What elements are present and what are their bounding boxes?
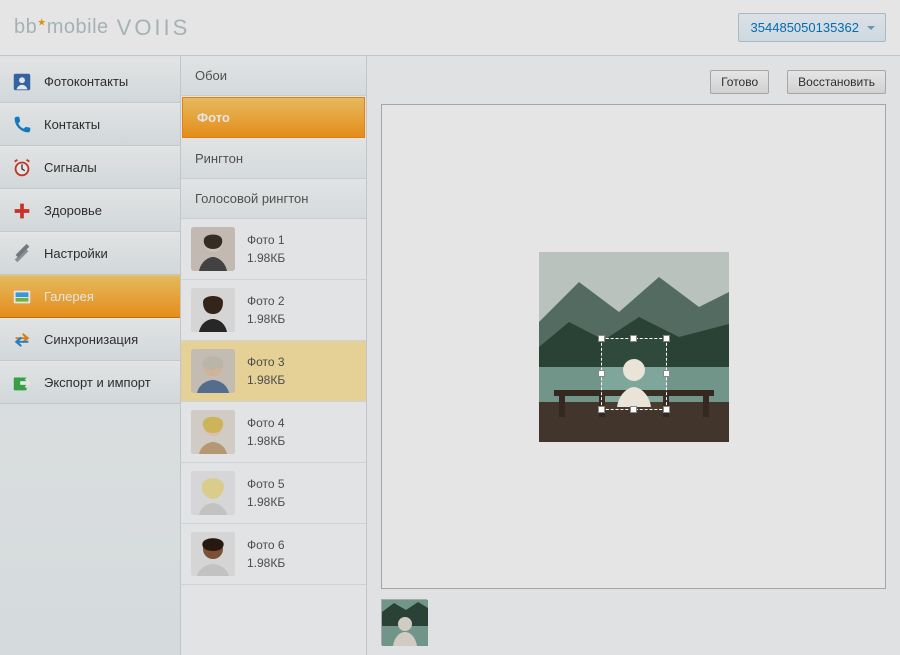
photo-name: Фото 1 — [247, 233, 285, 247]
photo-thumbnail — [191, 227, 235, 271]
done-button[interactable]: Готово — [710, 70, 769, 94]
sidebar-item-label: Настройки — [44, 246, 108, 261]
photo-meta: Фото 3 1.98КБ — [247, 355, 285, 387]
photo-size: 1.98КБ — [247, 312, 285, 326]
photo-list-item[interactable]: Фото 6 1.98КБ — [181, 524, 366, 585]
brand-text: bb★mobile — [14, 16, 109, 39]
crop-handle-se[interactable] — [663, 406, 670, 413]
crop-handle-w[interactable] — [598, 370, 605, 377]
photo-editor: Готово Восстановить — [367, 56, 900, 655]
photo-name: Фото 4 — [247, 416, 285, 430]
photo-thumbnail — [191, 471, 235, 515]
crop-handle-e[interactable] — [663, 370, 670, 377]
crop-handle-nw[interactable] — [598, 335, 605, 342]
sidebar: Фотоконтакты Контакты Сигналы Здоровье Н… — [0, 56, 181, 655]
export-icon — [10, 371, 34, 395]
sidebar-item-photocontacts[interactable]: Фотоконтакты — [0, 60, 180, 103]
sidebar-item-label: Синхронизация — [44, 332, 138, 347]
photo-list-item[interactable]: Фото 1 1.98КБ — [181, 219, 366, 280]
sidebar-item-contacts[interactable]: Контакты — [0, 103, 180, 146]
settings-icon — [10, 242, 34, 266]
editor-canvas[interactable] — [381, 104, 886, 589]
tab-voice-ringtone[interactable]: Голосовой рингтон — [181, 179, 366, 219]
photo-meta: Фото 6 1.98КБ — [247, 538, 285, 570]
sidebar-item-label: Контакты — [44, 117, 100, 132]
gallery-icon — [10, 285, 34, 309]
crop-preview-row — [381, 599, 886, 645]
photo-meta: Фото 4 1.98КБ — [247, 416, 285, 448]
health-icon — [10, 199, 34, 223]
sidebar-item-label: Сигналы — [44, 160, 97, 175]
sidebar-item-label: Экспорт и импорт — [44, 375, 151, 390]
gallery-panel: Обои Фото Рингтон Голосовой рингтон Фото… — [181, 56, 367, 655]
sidebar-item-export[interactable]: Экспорт и импорт — [0, 361, 180, 404]
gallery-tabs: Обои Фото Рингтон Голосовой рингтон — [181, 56, 366, 219]
star-icon: ★ — [37, 17, 46, 28]
photo-name: Фото 2 — [247, 294, 285, 308]
device-id: 354485050135362 — [751, 20, 859, 35]
editor-image — [539, 252, 729, 442]
sidebar-item-label: Фотоконтакты — [44, 74, 128, 89]
main-layout: Фотоконтакты Контакты Сигналы Здоровье Н… — [0, 56, 900, 655]
sidebar-item-label: Здоровье — [44, 203, 102, 218]
sidebar-item-label: Галерея — [44, 289, 94, 304]
sidebar-item-health[interactable]: Здоровье — [0, 189, 180, 232]
sidebar-item-sync[interactable]: Синхронизация — [0, 318, 180, 361]
photo-thumbnail — [191, 288, 235, 332]
crop-selection[interactable] — [601, 338, 667, 410]
photo-name: Фото 6 — [247, 538, 285, 552]
photo-thumbnail — [191, 349, 235, 393]
photo-meta: Фото 1 1.98КБ — [247, 233, 285, 265]
sync-icon — [10, 328, 34, 352]
crop-handle-s[interactable] — [630, 406, 637, 413]
photo-meta: Фото 5 1.98КБ — [247, 477, 285, 509]
app-header: bb★mobile VOIIS 354485050135362 — [0, 0, 900, 56]
photo-size: 1.98КБ — [247, 373, 285, 387]
sidebar-item-alarms[interactable]: Сигналы — [0, 146, 180, 189]
photo-thumbnail — [191, 532, 235, 576]
sidebar-item-gallery[interactable]: Галерея — [0, 275, 180, 318]
tab-ringtone[interactable]: Рингтон — [181, 139, 366, 179]
alarm-icon — [10, 156, 34, 180]
photo-thumbnail — [191, 410, 235, 454]
brand-logo: bb★mobile VOIIS — [14, 15, 190, 41]
photo-size: 1.98КБ — [247, 434, 285, 448]
restore-button[interactable]: Восстановить — [787, 70, 886, 94]
crop-handle-ne[interactable] — [663, 335, 670, 342]
brand-voiis: VOIIS — [117, 15, 191, 41]
editor-toolbar: Готово Восстановить — [381, 70, 886, 94]
photo-size: 1.98КБ — [247, 495, 285, 509]
device-dropdown[interactable]: 354485050135362 — [738, 13, 886, 42]
tab-wallpapers[interactable]: Обои — [181, 56, 366, 96]
photo-name: Фото 3 — [247, 355, 285, 369]
photo-list-item[interactable]: Фото 3 1.98КБ — [181, 341, 366, 402]
photo-list-item[interactable]: Фото 4 1.98КБ — [181, 402, 366, 463]
photo-contact-icon — [10, 70, 34, 94]
photo-list-item[interactable]: Фото 2 1.98КБ — [181, 280, 366, 341]
crop-handle-sw[interactable] — [598, 406, 605, 413]
sidebar-item-settings[interactable]: Настройки — [0, 232, 180, 275]
photo-size: 1.98КБ — [247, 251, 285, 265]
phone-icon — [10, 113, 34, 137]
photo-list[interactable]: Фото 1 1.98КБ Фото 2 1.98КБ Фото 3 — [181, 219, 366, 655]
photo-list-item[interactable]: Фото 5 1.98КБ — [181, 463, 366, 524]
photo-name: Фото 5 — [247, 477, 285, 491]
tab-photos[interactable]: Фото — [182, 97, 365, 138]
crop-handle-n[interactable] — [630, 335, 637, 342]
crop-preview — [381, 599, 427, 645]
photo-size: 1.98КБ — [247, 556, 285, 570]
photo-meta: Фото 2 1.98КБ — [247, 294, 285, 326]
